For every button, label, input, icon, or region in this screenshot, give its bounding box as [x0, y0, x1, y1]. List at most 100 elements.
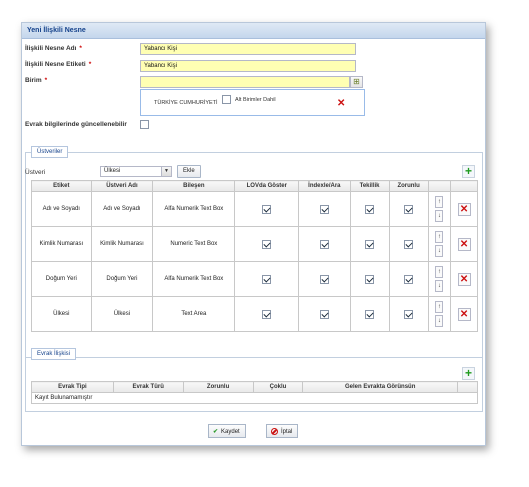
delete-row-x-icon[interactable]: ✕ [457, 237, 471, 251]
unique-checkbox[interactable] [365, 204, 375, 214]
cell-index [298, 191, 351, 227]
index-checkbox[interactable] [319, 204, 329, 214]
required-checkbox[interactable] [404, 204, 414, 214]
add-button[interactable]: Ekle [177, 165, 201, 178]
required-mark: * [79, 45, 82, 52]
cell-component: Text Area [152, 296, 236, 332]
col-doc-visible[interactable]: Gelen Evrakta Görünsün [302, 381, 459, 393]
unit-input[interactable] [140, 76, 350, 88]
chevron-down-icon[interactable]: ▼ [161, 167, 171, 176]
col-lov[interactable]: LOVda Göster [234, 180, 300, 192]
update-checkbox[interactable] [140, 120, 149, 129]
unique-checkbox[interactable] [365, 309, 375, 319]
update-label: Evrak bilgilerinde güncellenebilir [25, 121, 127, 128]
x-icon[interactable]: ✕ [337, 99, 345, 109]
plus-icon: + [464, 366, 472, 380]
parents-legend: Üstveriler [31, 146, 69, 158]
col-name[interactable]: Üstveri Adı [90, 180, 154, 192]
required-checkbox[interactable] [404, 309, 414, 319]
arrow-up-icon[interactable]: ↑ [435, 301, 444, 313]
cell-index [298, 226, 351, 262]
sub-units-checkbox[interactable] [222, 95, 231, 104]
required-checkbox[interactable] [404, 239, 414, 249]
col-component[interactable]: Bileşen [152, 180, 236, 192]
cell-name: Doğum Yeri [90, 261, 154, 297]
add-relation-button[interactable]: + [462, 367, 475, 380]
cell-lov [234, 261, 300, 297]
arrow-down-icon[interactable]: ↓ [435, 245, 444, 257]
lov-checkbox[interactable] [262, 239, 272, 249]
delete-row-x-icon[interactable]: ✕ [457, 272, 471, 286]
cancel-button[interactable]: İptal [266, 424, 299, 438]
unit-label-text: Birim [25, 77, 42, 84]
table-row[interactable]: Kimlik Numarası Kimlik Numarası Numeric Te… [31, 226, 478, 262]
cell-label: Kimlik Numarası [31, 226, 92, 262]
save-button[interactable]: ✔ Kaydet [208, 424, 246, 438]
unique-checkbox[interactable] [365, 239, 375, 249]
sub-units-label: Alt Birimler Dahil [235, 97, 276, 103]
index-checkbox[interactable] [319, 274, 329, 284]
cell-unique [349, 191, 390, 227]
cell-lov [234, 191, 300, 227]
relations-table: Evrak Tipi Evrak Türü Zorunlu Çoklu Gele… [31, 381, 478, 404]
col-doc-required[interactable]: Zorunlu [182, 381, 254, 393]
empty-row: Kayıt Bulunamamıştır [31, 392, 478, 404]
cell-order: ↑ ↓ [427, 226, 452, 262]
arrow-up-icon[interactable]: ↑ [435, 231, 444, 243]
cell-delete: ✕ [450, 261, 478, 297]
cell-required [388, 191, 429, 227]
cell-delete: ✕ [450, 226, 478, 262]
parent-select-value: Ülkesi [104, 168, 121, 174]
tag-label: İlişkili Nesne Etiketi * [25, 61, 91, 68]
cell-index [298, 296, 351, 332]
save-label: Kaydet [221, 429, 240, 435]
table-row[interactable]: Ülkesi Ülkesi Text Area ↑ ↓ ✕ [31, 296, 478, 332]
col-delete [450, 180, 478, 192]
col-index[interactable]: İndexle/Ara [298, 180, 351, 192]
cell-index [298, 261, 351, 297]
arrow-down-icon[interactable]: ↓ [435, 280, 444, 292]
cell-lov [234, 296, 300, 332]
lov-checkbox[interactable] [262, 204, 272, 214]
name-label-text: İlişkili Nesne Adı [25, 45, 77, 52]
cell-unique [349, 261, 390, 297]
table-row[interactable]: Adı ve Soyadı Adı ve Soyadı Alfa Numerik T… [31, 191, 478, 227]
tag-input[interactable]: Yabancı Kişi [140, 60, 356, 72]
col-doc-multiple[interactable]: Çoklu [252, 381, 304, 393]
arrow-down-icon[interactable]: ↓ [435, 210, 444, 222]
cell-order: ↑ ↓ [427, 191, 452, 227]
col-order [427, 180, 452, 192]
col-doc-kind[interactable]: Evrak Türü [112, 381, 184, 393]
unit-popup: TÜRKİYE CUMHURİYETİ Alt Birimler Dahil ✕ [140, 89, 365, 116]
cell-order: ↑ ↓ [427, 261, 452, 297]
checkmark-icon: ✔ [213, 429, 219, 435]
col-required[interactable]: Zorunlu [388, 180, 429, 192]
table-row[interactable]: Doğum Yeri Doğum Yeri Alfa Numerik Text Bo… [31, 261, 478, 297]
arrow-down-icon[interactable]: ↓ [435, 315, 444, 327]
add-parent-button[interactable]: + [462, 165, 475, 178]
col-unique[interactable]: Tekillik [349, 180, 390, 192]
name-input[interactable]: Yabancı Kişi [140, 43, 356, 55]
cell-name: Adı ve Soyadı [90, 191, 154, 227]
cell-name: Ülkesi [90, 296, 154, 332]
unique-checkbox[interactable] [365, 274, 375, 284]
index-checkbox[interactable] [319, 309, 329, 319]
lov-checkbox[interactable] [262, 309, 272, 319]
unit-picker-button[interactable]: ⊞ [350, 76, 363, 88]
tree-picker-icon: ⊞ [353, 77, 360, 86]
required-checkbox[interactable] [404, 274, 414, 284]
cell-component: Alfa Numerik Text Box [152, 191, 236, 227]
delete-row-x-icon[interactable]: ✕ [457, 202, 471, 216]
index-checkbox[interactable] [319, 239, 329, 249]
arrow-up-icon[interactable]: ↑ [435, 266, 444, 278]
required-mark: * [88, 61, 92, 68]
col-doc-type[interactable]: Evrak Tipi [31, 381, 114, 393]
new-related-object-window: Yeni İlişkili Nesne İlişkili Nesne Adı * … [21, 22, 486, 446]
arrow-up-icon[interactable]: ↑ [435, 196, 444, 208]
name-label: İlişkili Nesne Adı * [25, 45, 82, 52]
col-label[interactable]: Etiket [31, 180, 92, 192]
delete-row-x-icon[interactable]: ✕ [457, 307, 471, 321]
lov-checkbox[interactable] [262, 274, 272, 284]
required-mark: * [44, 77, 48, 84]
parent-select[interactable]: Ülkesi ▼ [100, 166, 172, 177]
